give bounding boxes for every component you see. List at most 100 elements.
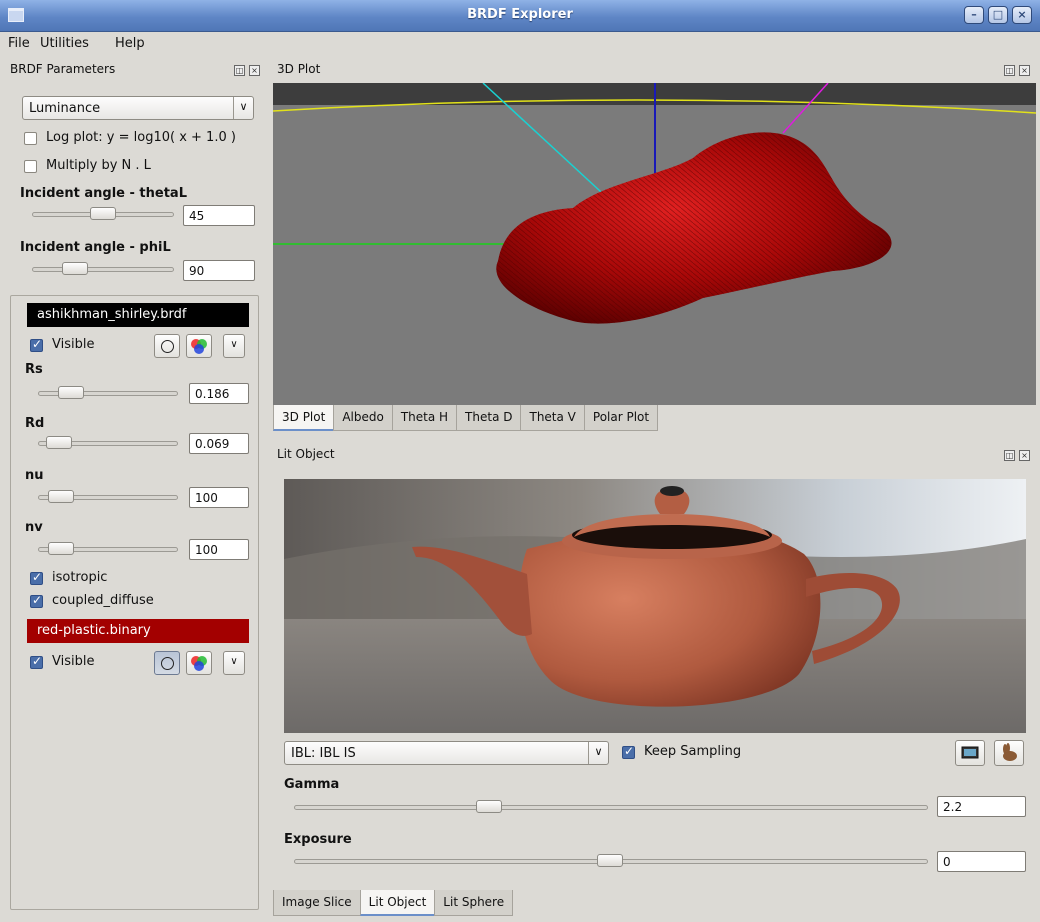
slider-handle[interactable] bbox=[58, 386, 84, 399]
slider-track bbox=[32, 267, 174, 272]
slider-handle[interactable] bbox=[597, 854, 623, 867]
rs-slider[interactable] bbox=[38, 386, 178, 399]
tab-lit-sphere[interactable]: Lit Sphere bbox=[434, 890, 514, 916]
coupled-diffuse-checkbox[interactable] bbox=[30, 593, 43, 608]
float-icon[interactable]: ◫ bbox=[234, 65, 245, 76]
ibl-mode-value: IBL: IBL IS bbox=[291, 746, 356, 761]
menu-utilities[interactable]: Utilities bbox=[40, 36, 89, 51]
exposure-label: Exposure bbox=[284, 832, 352, 847]
minimize-icon: – bbox=[971, 8, 977, 21]
tab-theta-h[interactable]: Theta H bbox=[391, 405, 458, 431]
multiply-checkbox[interactable] bbox=[24, 160, 37, 173]
close-icon[interactable]: × bbox=[1019, 65, 1030, 76]
tab-lit-object[interactable]: Lit Object bbox=[359, 890, 436, 916]
color-wheel-icon bbox=[191, 339, 207, 354]
log-plot-label: Log plot: y = log10( x + 1.0 ) bbox=[46, 130, 236, 145]
nu-label: nu bbox=[25, 468, 44, 483]
model-button[interactable] bbox=[994, 740, 1024, 766]
environment-image-button[interactable] bbox=[955, 740, 985, 766]
plot3d-dock-buttons: ◫ × bbox=[1004, 65, 1030, 76]
brdf1-solid-button[interactable] bbox=[154, 334, 180, 358]
rd-label: Rd bbox=[25, 416, 45, 431]
isotropic-label: isotropic bbox=[52, 570, 108, 585]
log-plot-checkbox[interactable] bbox=[24, 132, 37, 145]
brdf2-color-button[interactable] bbox=[186, 651, 212, 675]
chevron-down-icon: ∨ bbox=[230, 656, 238, 667]
thetaL-label: Incident angle - thetaL bbox=[20, 186, 187, 201]
tab-polar-plot[interactable]: Polar Plot bbox=[583, 405, 659, 431]
channel-value: Luminance bbox=[29, 101, 101, 116]
phiL-field[interactable]: 90 bbox=[183, 260, 255, 281]
plot3d-view[interactable] bbox=[273, 83, 1036, 405]
maximize-button[interactable]: □ bbox=[988, 6, 1008, 24]
gamma-label: Gamma bbox=[284, 777, 340, 792]
brdf1-options-button[interactable]: ∨ bbox=[223, 334, 245, 358]
menu-bar: File Utilities Help bbox=[0, 33, 1040, 55]
brdf1-visible-checkbox[interactable] bbox=[30, 337, 43, 352]
tab-3d-plot[interactable]: 3D Plot bbox=[273, 405, 335, 431]
close-button[interactable]: × bbox=[1012, 6, 1032, 24]
nv-slider[interactable] bbox=[38, 542, 178, 555]
nu-slider[interactable] bbox=[38, 490, 178, 503]
brdf-parameters-title: BRDF Parameters bbox=[10, 62, 116, 76]
thetaL-slider[interactable] bbox=[32, 207, 174, 220]
nv-label: nv bbox=[25, 520, 43, 535]
rd-field[interactable]: 0.069 bbox=[189, 433, 249, 454]
lit-object-dock-buttons: ◫ × bbox=[1004, 450, 1030, 461]
nu-field[interactable]: 100 bbox=[189, 487, 249, 508]
close-icon[interactable]: × bbox=[1019, 450, 1030, 461]
title-bar: BRDF Explorer – □ × bbox=[0, 0, 1040, 32]
slider-handle[interactable] bbox=[48, 542, 74, 555]
exposure-field[interactable]: 0 bbox=[937, 851, 1026, 872]
brdf2-visible-checkbox[interactable] bbox=[30, 654, 43, 669]
color-wheel-icon bbox=[191, 656, 207, 671]
close-icon[interactable]: × bbox=[249, 65, 260, 76]
gamma-field[interactable]: 2.2 bbox=[937, 796, 1026, 817]
brdf2-name[interactable]: red-plastic.binary bbox=[27, 619, 249, 643]
brdf-parameters-dock-buttons: ◫ × bbox=[234, 65, 260, 76]
chevron-down-icon: ∨ bbox=[588, 742, 608, 764]
rs-label: Rs bbox=[25, 362, 43, 377]
float-icon[interactable]: ◫ bbox=[1004, 65, 1015, 76]
float-icon[interactable]: ◫ bbox=[1004, 450, 1015, 461]
coupled-diffuse-label: coupled_diffuse bbox=[52, 593, 154, 608]
menu-file[interactable]: File bbox=[8, 36, 30, 51]
exposure-slider[interactable] bbox=[294, 854, 928, 867]
lit-object-view[interactable] bbox=[284, 479, 1026, 733]
tab-image-slice[interactable]: Image Slice bbox=[273, 890, 361, 916]
keep-sampling-checkbox[interactable] bbox=[622, 744, 635, 759]
circle-icon bbox=[161, 657, 174, 670]
tab-albedo[interactable]: Albedo bbox=[333, 405, 393, 431]
nv-field[interactable]: 100 bbox=[189, 539, 249, 560]
brdf1-color-button[interactable] bbox=[186, 334, 212, 358]
menu-help[interactable]: Help bbox=[115, 36, 145, 51]
maximize-icon: □ bbox=[992, 8, 1004, 21]
slider-handle[interactable] bbox=[90, 207, 116, 220]
brdf2-solid-button[interactable] bbox=[154, 651, 180, 675]
brdf2-options-button[interactable]: ∨ bbox=[223, 651, 245, 675]
slider-handle[interactable] bbox=[62, 262, 88, 275]
ibl-mode-combo[interactable]: IBL: IBL IS ∨ bbox=[284, 741, 609, 765]
phiL-slider[interactable] bbox=[32, 262, 174, 275]
brdf1-name[interactable]: ashikhman_shirley.brdf bbox=[27, 303, 249, 327]
thetaL-field[interactable]: 45 bbox=[183, 205, 255, 226]
keep-sampling-label: Keep Sampling bbox=[644, 744, 742, 759]
channel-combo[interactable]: Luminance ∨ bbox=[22, 96, 254, 120]
slider-handle[interactable] bbox=[48, 490, 74, 503]
rd-slider[interactable] bbox=[38, 436, 178, 449]
minimize-button[interactable]: – bbox=[964, 6, 984, 24]
rs-field[interactable]: 0.186 bbox=[189, 383, 249, 404]
circle-icon bbox=[161, 340, 174, 353]
tab-theta-v[interactable]: Theta V bbox=[520, 405, 585, 431]
chevron-down-icon: ∨ bbox=[233, 97, 253, 119]
brdf1-visible-label: Visible bbox=[52, 337, 95, 352]
slider-handle[interactable] bbox=[476, 800, 502, 813]
tab-theta-d[interactable]: Theta D bbox=[456, 405, 522, 431]
image-icon bbox=[961, 746, 979, 759]
multiply-label: Multiply by N . L bbox=[46, 158, 151, 173]
slider-track bbox=[294, 805, 928, 810]
isotropic-checkbox[interactable] bbox=[30, 570, 43, 585]
gamma-slider[interactable] bbox=[294, 800, 928, 813]
lit-object-canvas bbox=[284, 479, 1026, 733]
slider-handle[interactable] bbox=[46, 436, 72, 449]
